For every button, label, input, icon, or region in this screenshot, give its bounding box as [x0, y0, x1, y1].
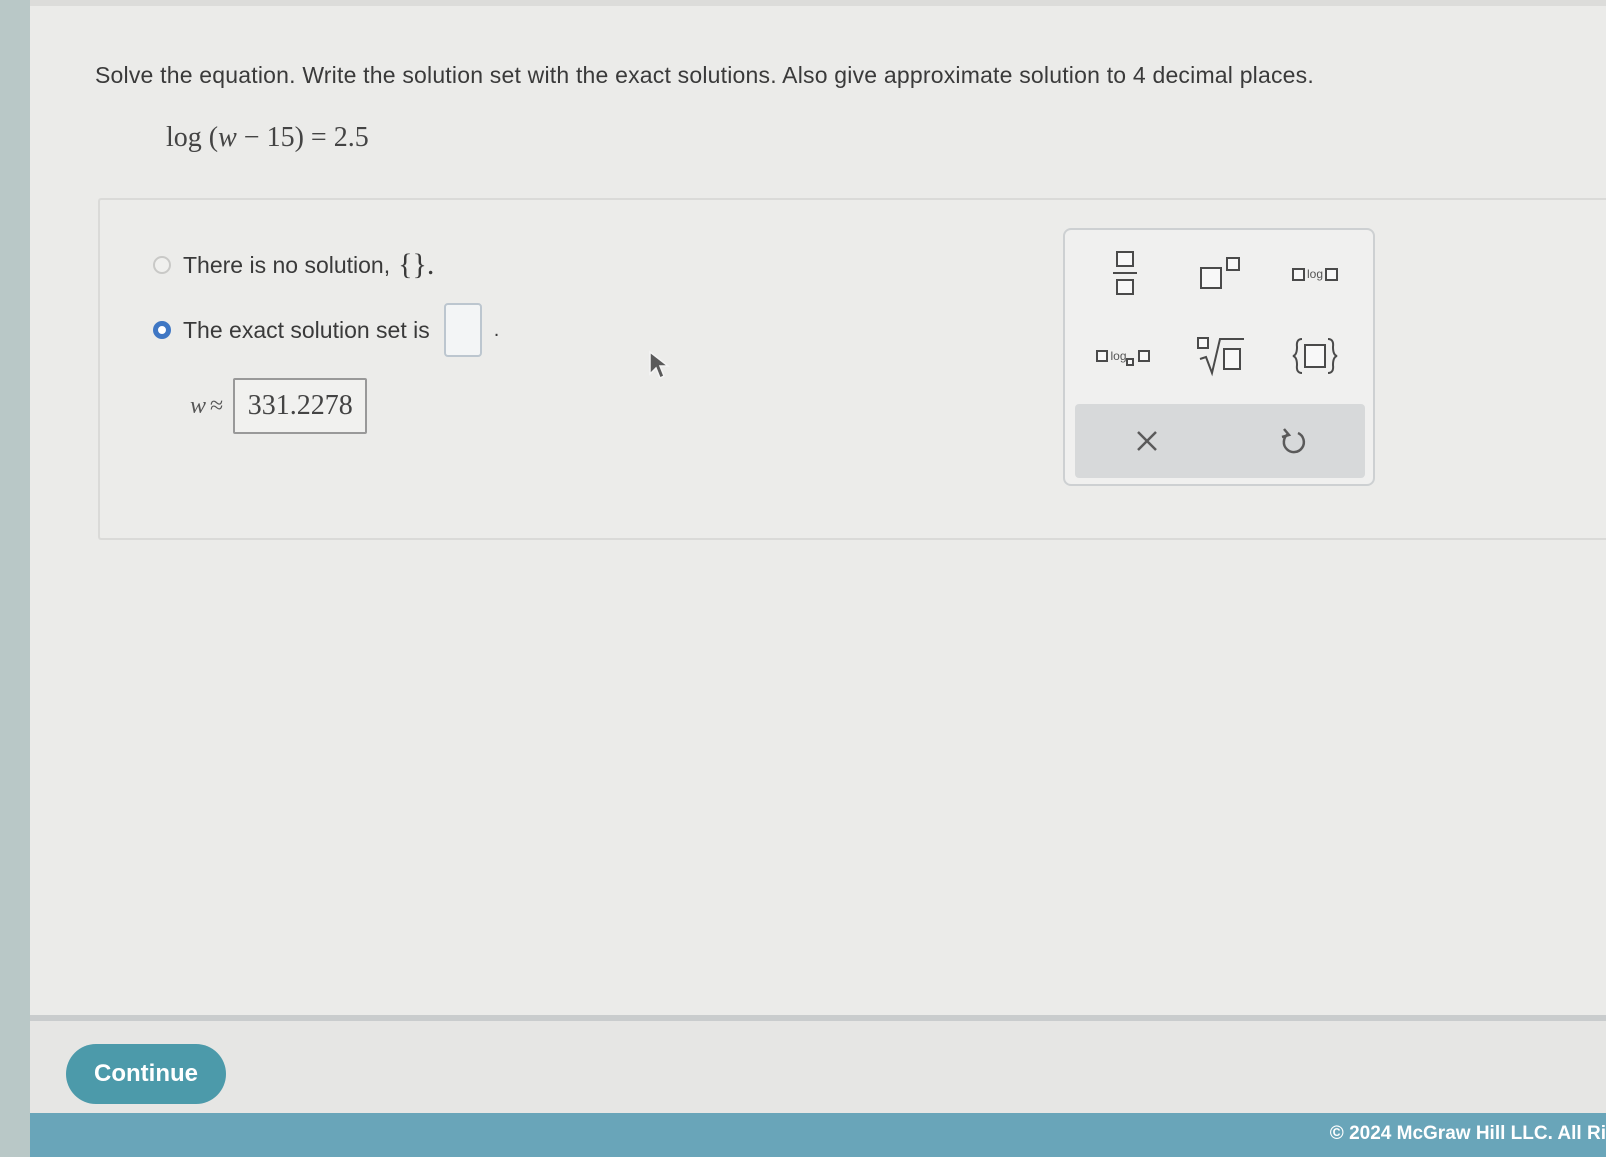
approx-value-input[interactable]: 331.2278 — [233, 378, 368, 434]
nth-root-icon — [1197, 337, 1244, 377]
fraction-icon — [1113, 251, 1137, 295]
left-edge — [0, 0, 30, 1157]
math-palette: log log — [1063, 228, 1375, 486]
nth-root-button[interactable] — [1180, 326, 1260, 386]
log-base-left-box — [1096, 350, 1109, 362]
equation: log (w − 15) = 2.5 — [166, 122, 369, 154]
log-base-right-box — [1137, 350, 1150, 362]
radio-exact-solution[interactable] — [153, 321, 171, 339]
option-exact-solution-label: The exact solution set is — [183, 316, 430, 343]
set-braces-icon — [1292, 338, 1338, 374]
approx-variable: w — [190, 392, 207, 419]
mouse-cursor-icon — [649, 350, 670, 380]
equation-close-paren: ) — [294, 122, 304, 153]
equation-rhs: 2.5 — [333, 122, 369, 153]
option-exact-solution-suffix: . — [493, 318, 500, 341]
set-braces-button[interactable] — [1275, 326, 1355, 386]
log-icon: log — [1291, 267, 1338, 281]
palette-action-bar — [1075, 404, 1365, 478]
log-base-text: log — [1110, 349, 1127, 363]
question-page: Solve the equation. Write the solution s… — [30, 0, 1606, 1015]
log-base-icon: log — [1096, 346, 1150, 366]
exponent-icon — [1200, 257, 1240, 289]
footer-bar: © 2024 McGraw Hill LLC. All Ri — [30, 1113, 1606, 1157]
option-no-solution[interactable]: There is no solution, {}. — [153, 248, 434, 282]
question-prompt: Solve the equation. Write the solution s… — [95, 62, 1314, 88]
bottom-area — [30, 1021, 1606, 1113]
equation-func: log — [166, 122, 202, 153]
equation-variable: w — [218, 122, 237, 153]
undo-icon — [1281, 428, 1306, 454]
clear-button[interactable] — [1087, 404, 1207, 478]
log-base-button[interactable]: log — [1083, 326, 1163, 386]
log-left-box — [1291, 267, 1305, 281]
approx-symbol: ≈ — [210, 392, 224, 419]
equation-equals: = — [303, 122, 334, 153]
log-text: log — [1306, 267, 1323, 281]
log-right-box — [1325, 267, 1338, 281]
option-no-solution-label: There is no solution, — [183, 251, 391, 278]
radio-no-solution[interactable] — [153, 256, 171, 274]
clear-icon — [1137, 431, 1157, 451]
approximation-row: w ≈ 331.2278 — [190, 378, 368, 434]
log-button[interactable]: log — [1275, 244, 1355, 304]
exponent-button[interactable] — [1180, 244, 1260, 304]
fraction-button[interactable] — [1085, 244, 1165, 304]
equation-open-paren: ( — [208, 122, 219, 153]
equation-number: 15 — [266, 122, 295, 153]
option-exact-solution[interactable]: The exact solution set is . — [153, 303, 499, 357]
exact-solution-input[interactable] — [443, 303, 482, 357]
log-base-subscript-box — [1125, 358, 1134, 366]
copyright-text: © 2024 McGraw Hill LLC. All Ri — [1329, 1123, 1606, 1144]
top-divider — [30, 0, 1606, 6]
equation-minus: − — [236, 122, 267, 153]
continue-button[interactable]: Continue — [66, 1044, 226, 1104]
empty-set-symbol: {}. — [398, 248, 435, 281]
undo-button[interactable] — [1233, 404, 1353, 478]
